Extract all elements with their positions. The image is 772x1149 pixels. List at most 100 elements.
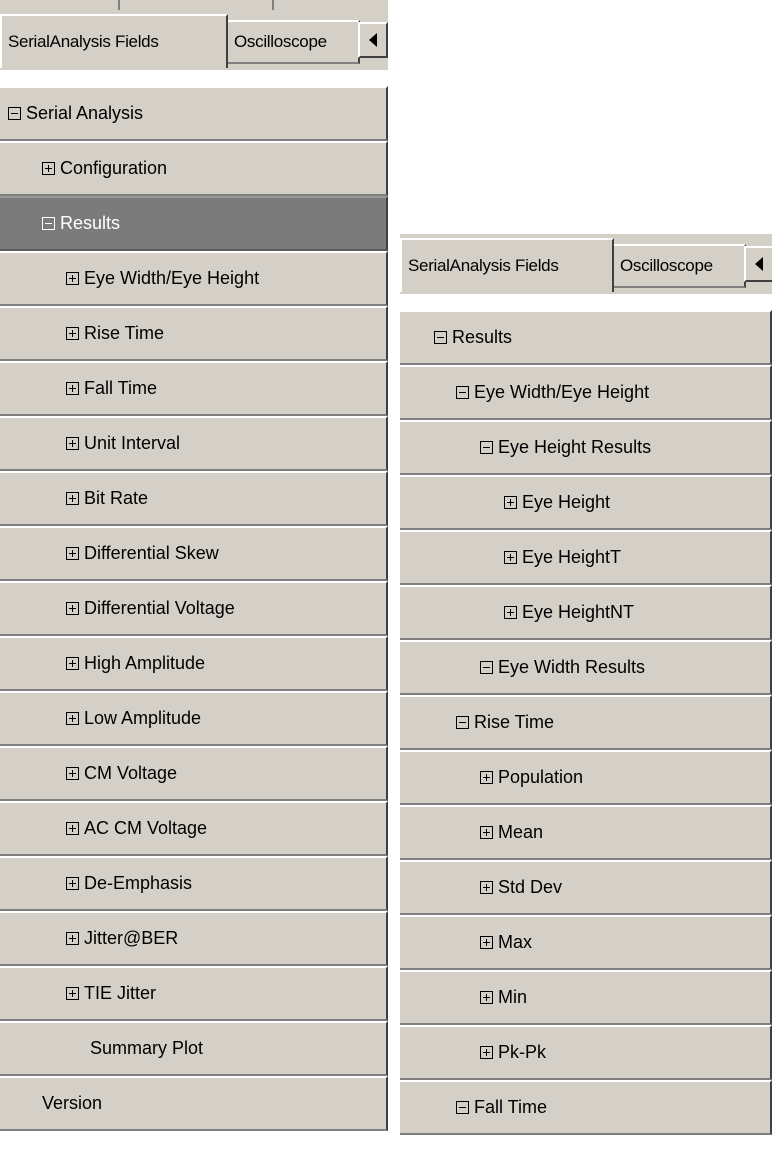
tree-item-eye-height[interactable]: Eye Height [400, 475, 772, 530]
expand-plus-icon[interactable] [480, 771, 493, 784]
expand-plus-icon[interactable] [480, 826, 493, 839]
expand-plus-icon[interactable] [66, 327, 79, 340]
triangle-left-icon [755, 257, 763, 271]
tree-item-differential-skew[interactable]: Differential Skew [0, 526, 388, 581]
tree-item-label: Min [498, 987, 528, 1007]
expand-plus-icon[interactable] [66, 987, 79, 1000]
tree-item-low-amplitude[interactable]: Low Amplitude [0, 691, 388, 746]
collapse-minus-icon[interactable] [480, 661, 493, 674]
tab-scroll-left-button[interactable] [744, 246, 772, 282]
expand-plus-icon[interactable] [66, 657, 79, 670]
tree-item-tie-jitter[interactable]: TIE Jitter [0, 966, 388, 1021]
expand-plus-icon[interactable] [480, 1046, 493, 1059]
tree-item-min[interactable]: Min [400, 970, 772, 1025]
tree-item-label: CM Voltage [84, 763, 178, 783]
tree-item-results[interactable]: Results [400, 310, 772, 365]
tree-item-label: Differential Skew [84, 543, 219, 563]
expand-plus-icon[interactable] [66, 382, 79, 395]
tree-item-label: Eye HeightNT [522, 602, 635, 622]
tree-item-label: High Amplitude [84, 653, 206, 673]
tree-item-results[interactable]: Results [0, 196, 388, 251]
strip-divider [272, 0, 274, 10]
tab-label: Oscilloscope [234, 32, 327, 51]
tree-item-label: Mean [498, 822, 544, 842]
tab-oscilloscope[interactable]: Oscilloscope [612, 244, 746, 288]
expand-plus-icon[interactable] [504, 496, 517, 509]
expand-plus-icon[interactable] [66, 932, 79, 945]
tree-item-label: Rise Time [474, 712, 555, 732]
tree-item-label: TIE Jitter [84, 983, 157, 1003]
expand-plus-icon[interactable] [66, 877, 79, 890]
tree-item-serial-analysis[interactable]: Serial Analysis [0, 86, 388, 141]
tree-item-unit-interval[interactable]: Unit Interval [0, 416, 388, 471]
tab-bar: SerialAnalysis Fields Oscilloscope [0, 10, 388, 71]
expand-plus-icon[interactable] [504, 551, 517, 564]
tree-item-fall-time[interactable]: Fall Time [400, 1080, 772, 1135]
expand-plus-icon[interactable] [66, 272, 79, 285]
tree-item-cm-voltage[interactable]: CM Voltage [0, 746, 388, 801]
tree-item-mean[interactable]: Mean [400, 805, 772, 860]
tree-item-bit-rate[interactable]: Bit Rate [0, 471, 388, 526]
tree-item-fall-time[interactable]: Fall Time [0, 361, 388, 416]
expand-plus-icon[interactable] [480, 991, 493, 1004]
tree-item-de-emphasis[interactable]: De-Emphasis [0, 856, 388, 911]
expand-plus-icon[interactable] [66, 712, 79, 725]
expand-plus-icon[interactable] [66, 547, 79, 560]
strip-divider [118, 0, 120, 10]
collapse-minus-icon[interactable] [42, 217, 55, 230]
collapse-minus-icon[interactable] [456, 716, 469, 729]
tree-item-version[interactable]: Version [0, 1076, 388, 1131]
tree-item-label: Eye Width Results [498, 657, 646, 677]
collapse-minus-icon[interactable] [434, 331, 447, 344]
tree-item-label: Configuration [60, 158, 168, 178]
tree-item-pk-pk[interactable]: Pk-Pk [400, 1025, 772, 1080]
tree-item-label: Low Amplitude [84, 708, 202, 728]
tree-item-label: Version [42, 1093, 103, 1113]
tree-item-eye-height-results[interactable]: Eye Height Results [400, 420, 772, 475]
tree-item-max[interactable]: Max [400, 915, 772, 970]
tree-item-label: Max [498, 932, 533, 952]
expand-plus-icon[interactable] [66, 437, 79, 450]
collapse-minus-icon[interactable] [456, 386, 469, 399]
tree-item-high-amplitude[interactable]: High Amplitude [0, 636, 388, 691]
tree-item-jitter-ber[interactable]: Jitter@BER [0, 911, 388, 966]
expand-plus-icon[interactable] [66, 602, 79, 615]
tab-serialanalysis-fields[interactable]: SerialAnalysis Fields [400, 238, 614, 292]
tree-item-rise-time[interactable]: Rise Time [0, 306, 388, 361]
collapse-minus-icon[interactable] [456, 1101, 469, 1114]
tab-oscilloscope[interactable]: Oscilloscope [226, 20, 360, 64]
tree-item-label: Eye HeightT [522, 547, 622, 567]
tree-item-summary-plot[interactable]: Summary Plot [0, 1021, 388, 1076]
tab-scroll-left-button[interactable] [358, 22, 388, 58]
tree-item-label: Pk-Pk [498, 1042, 547, 1062]
tab-label: SerialAnalysis Fields [8, 32, 159, 51]
expand-plus-icon[interactable] [42, 162, 55, 175]
tree-item-label: Serial Analysis [26, 103, 144, 123]
tree-item-eye-width-results[interactable]: Eye Width Results [400, 640, 772, 695]
right-tree-panel: SerialAnalysis Fields Oscilloscope Resul… [400, 234, 772, 1149]
tree-item-eye-heightnt[interactable]: Eye HeightNT [400, 585, 772, 640]
tree-list: Results Eye Width/Eye Height Eye Height Re… [400, 310, 772, 1135]
expand-plus-icon[interactable] [504, 606, 517, 619]
tree-item-differential-voltage[interactable]: Differential Voltage [0, 581, 388, 636]
expand-plus-icon[interactable] [66, 767, 79, 780]
tree-item-population[interactable]: Population [400, 750, 772, 805]
tree-item-label: Fall Time [474, 1097, 548, 1117]
expand-plus-icon[interactable] [480, 881, 493, 894]
tree-item-label: Bit Rate [84, 488, 149, 508]
collapse-minus-icon[interactable] [8, 107, 21, 120]
tree-item-std-dev[interactable]: Std Dev [400, 860, 772, 915]
tree-item-rise-time[interactable]: Rise Time [400, 695, 772, 750]
collapse-minus-icon[interactable] [480, 441, 493, 454]
triangle-left-icon [369, 33, 377, 47]
tree-item-eye-width-eye-height[interactable]: Eye Width/Eye Height [400, 365, 772, 420]
tree-item-eye-width-eye-height[interactable]: Eye Width/Eye Height [0, 251, 388, 306]
tree-item-ac-cm-voltage[interactable]: AC CM Voltage [0, 801, 388, 856]
expand-plus-icon[interactable] [66, 822, 79, 835]
tree-item-eye-heightt[interactable]: Eye HeightT [400, 530, 772, 585]
expand-plus-icon[interactable] [66, 492, 79, 505]
tree-item-label: Fall Time [84, 378, 158, 398]
tree-item-configuration[interactable]: Configuration [0, 141, 388, 196]
expand-plus-icon[interactable] [480, 936, 493, 949]
tab-serialanalysis-fields[interactable]: SerialAnalysis Fields [0, 14, 228, 68]
